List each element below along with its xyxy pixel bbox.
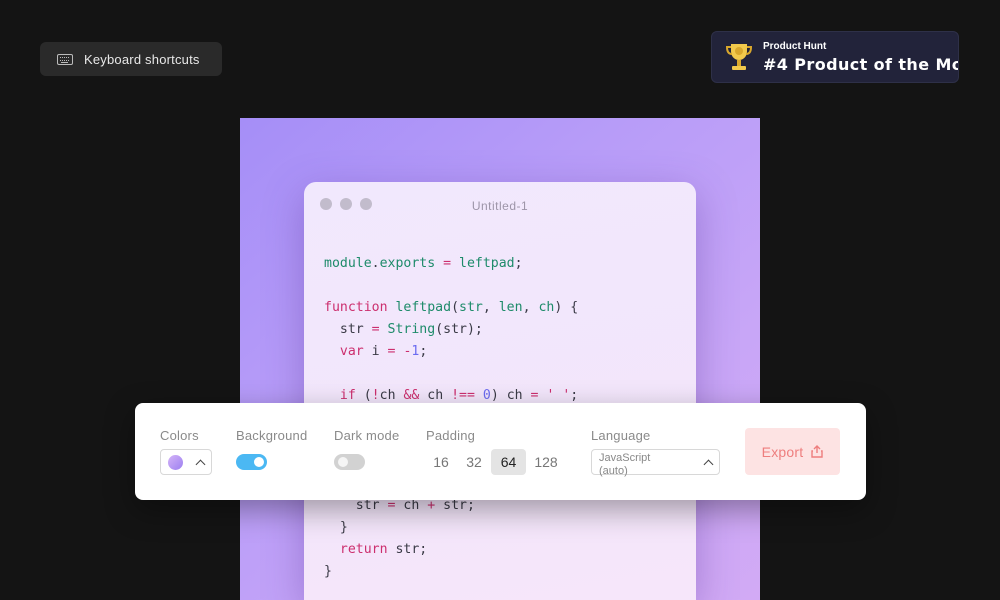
toggle-knob xyxy=(338,457,348,467)
product-hunt-badge[interactable]: Product Hunt #4 Product of the Month xyxy=(711,31,959,83)
settings-toolbar: Colors Background Dark mode Padding 16 3… xyxy=(135,403,866,500)
code-line: return str; xyxy=(339,542,428,557)
colors-picker-button[interactable] xyxy=(160,449,212,475)
dark-mode-toggle[interactable] xyxy=(334,454,365,470)
code-line: } xyxy=(324,564,332,579)
code-line: str = String(str); xyxy=(324,322,483,337)
language-label: Language xyxy=(591,428,651,443)
language-select[interactable]: JavaScript (auto) xyxy=(591,449,720,477)
code-line: } xyxy=(324,520,348,535)
padding-option-64[interactable]: 64 xyxy=(491,449,526,475)
export-button[interactable]: Export xyxy=(745,428,840,475)
window-title[interactable]: Untitled-1 xyxy=(304,199,696,213)
trophy-icon xyxy=(726,44,752,70)
padding-label: Padding xyxy=(426,428,476,443)
background-toggle[interactable] xyxy=(236,454,267,470)
product-hunt-label: Product Hunt xyxy=(763,41,827,52)
product-hunt-award: #4 Product of the Month xyxy=(763,55,958,74)
export-label: Export xyxy=(761,443,804,460)
padding-option-32[interactable]: 32 xyxy=(459,449,489,475)
code-window: Untitled-1 module.exports = leftpad; fun… xyxy=(304,182,696,600)
dark-mode-label: Dark mode xyxy=(334,428,400,443)
colors-label: Colors xyxy=(160,428,199,443)
padding-option-16[interactable]: 16 xyxy=(426,449,456,475)
color-swatch xyxy=(168,455,183,470)
keyboard-shortcuts-button[interactable]: Keyboard shortcuts xyxy=(40,42,222,76)
language-value: JavaScript (auto) xyxy=(599,452,651,477)
code-line: function leftpad(str, len, ch) { xyxy=(324,300,579,315)
share-icon xyxy=(811,445,824,458)
chevron-up-icon xyxy=(703,459,714,470)
toggle-knob xyxy=(254,457,264,467)
keyboard-icon xyxy=(57,53,73,65)
chevron-up-icon xyxy=(195,459,206,470)
padding-option-128[interactable]: 128 xyxy=(528,449,564,475)
code-line: module.exports = leftpad; xyxy=(324,256,523,271)
keyboard-shortcuts-label: Keyboard shortcuts xyxy=(84,51,200,67)
background-label: Background xyxy=(236,428,308,443)
code-line: var i = -1; xyxy=(339,344,428,359)
